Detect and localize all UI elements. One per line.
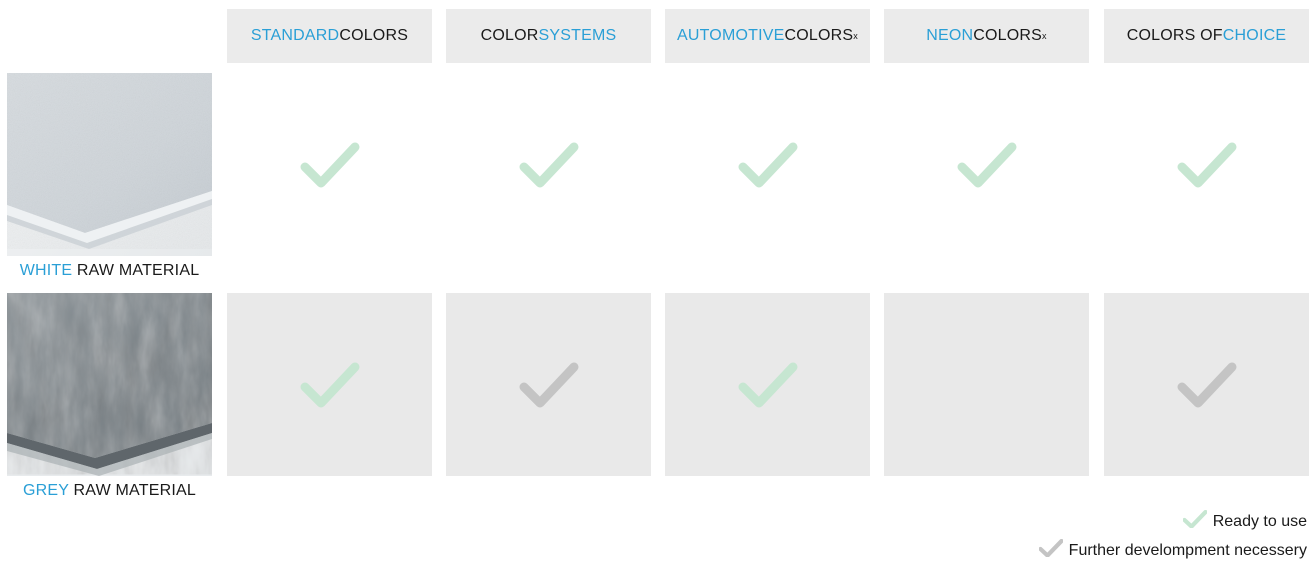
grey-raw-material-label: GREY RAW MATERIAL [7,482,212,500]
column-header-colors-of-choice: COLORS OF CHOICE [1104,9,1309,63]
header-part: COLOR [480,27,539,44]
check-further-icon [1177,362,1236,407]
material-rest: RAW MATERIAL [68,482,196,499]
header-part: COLORS [339,27,409,44]
check-ready-icon [957,142,1016,187]
header-part: COLORS [784,27,854,44]
check-icon [1038,538,1064,562]
grid-cell [884,73,1089,256]
grid-cell [227,293,432,476]
column-header-automotive-colors: AUTOMOTIVE COLORS x [665,9,870,63]
white-raw-material-label: WHITE RAW MATERIAL [7,262,212,280]
column-header-standard-colors: STANDARD COLORS [227,9,432,63]
grid-cell [1104,73,1309,256]
check-ready-icon [738,142,797,187]
material-accent: WHITE [19,262,73,279]
check-ready-icon [300,362,359,407]
check-icon [1182,509,1208,533]
check-ready-icon [519,142,578,187]
grid-cell [1104,293,1309,476]
white-raw-material-image [7,73,212,256]
header-part: SYSTEMS [538,27,617,44]
header-part: STANDARD [250,27,340,44]
column-header-neon-colors: NEON COLORS x [884,9,1089,63]
legend-ready-label: Ready to use [1212,512,1307,530]
legend-ready: Ready to use [1182,509,1307,533]
check-ready-icon [300,142,359,187]
check-further-icon [519,362,578,407]
legend-further: Further develompment necessery [1038,538,1307,562]
header-part: CHOICE [1222,27,1287,44]
grid-cell [665,73,870,256]
column-header-color-systems: COLOR SYSTEMS [446,9,651,63]
material-rest: RAW MATERIAL [72,262,200,279]
header-part: COLORS [973,27,1043,44]
header-part: COLORS OF [1126,27,1223,44]
material-accent: GREY [23,482,69,499]
legend-further-label: Further develompment necessery [1068,541,1307,559]
header-part: AUTOMOTIVE [677,27,785,44]
grid-cell [665,293,870,476]
check-ready-icon [1177,142,1236,187]
grid-cell [884,293,1089,476]
header-part: NEON [926,27,974,44]
check-ready-icon [738,362,797,407]
grey-raw-material-image [7,293,212,476]
grid-cell [446,293,651,476]
grid-cell [227,73,432,256]
grid-cell [446,73,651,256]
